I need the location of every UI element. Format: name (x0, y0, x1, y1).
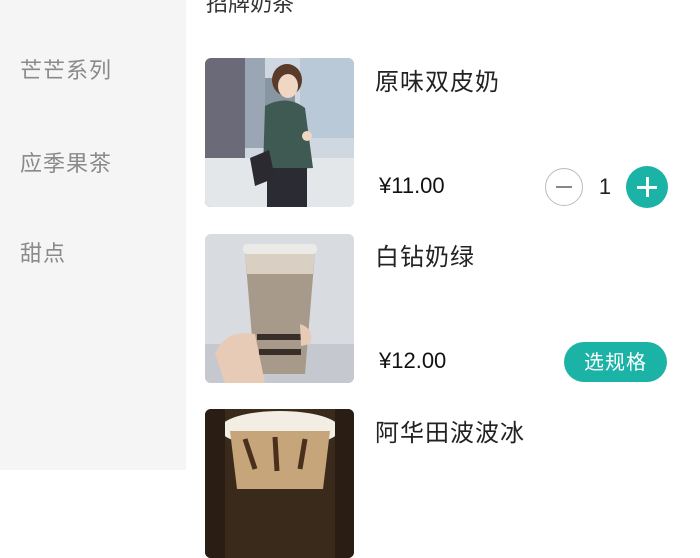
product-list: 招牌奶茶 原味双皮奶 ¥11.00 1 白钻奶绿 ¥12.00 选规格 阿华田波… (186, 0, 700, 558)
section-title: 招牌奶茶 (206, 0, 295, 17)
product-price: ¥12.00 (379, 348, 447, 373)
product-name: 原味双皮奶 (375, 68, 500, 96)
product-name: 白钻奶绿 (375, 243, 475, 271)
product-image-illustration (205, 58, 354, 207)
category-sidebar: 芒芒系列 应季果茶 甜点 (0, 0, 186, 470)
product-image[interactable] (205, 58, 354, 207)
plus-icon (637, 177, 657, 197)
quantity-value: 1 (598, 174, 612, 199)
product-price: ¥11.00 (379, 173, 445, 198)
sidebar-item-mangmang-series[interactable]: 芒芒系列 (20, 53, 112, 85)
product-image-illustration (205, 234, 354, 383)
product-name: 阿华田波波冰 (375, 419, 525, 447)
increase-quantity-button[interactable] (626, 166, 668, 208)
sidebar-item-seasonal-fruit-tea[interactable]: 应季果茶 (20, 146, 112, 178)
product-image-illustration (205, 409, 354, 558)
product-image[interactable] (205, 409, 354, 558)
product-image[interactable] (205, 234, 354, 383)
select-spec-button[interactable]: 选规格 (564, 342, 667, 382)
decrease-quantity-button[interactable] (545, 168, 583, 206)
sidebar-item-dessert[interactable]: 甜点 (20, 236, 66, 268)
